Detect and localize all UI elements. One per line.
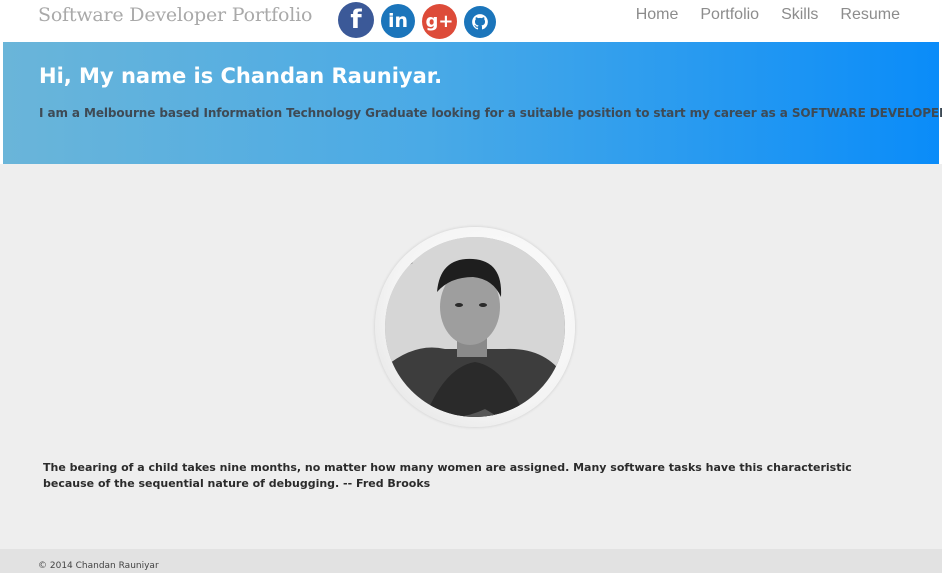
footer: © 2014 Chandan Rauniyar — [0, 549, 942, 573]
site-brand[interactable]: Software Developer Portfolio — [38, 4, 312, 26]
github-icon[interactable] — [464, 6, 496, 38]
profile-photo — [385, 237, 565, 417]
nav-resume[interactable]: Resume — [840, 6, 900, 24]
hero-banner: Hi, My name is Chandan Rauniyar. I am a … — [3, 42, 942, 164]
facebook-icon[interactable]: f — [338, 2, 374, 38]
nav-home[interactable]: Home — [636, 6, 679, 24]
avatar — [375, 227, 575, 427]
nav-portfolio[interactable]: Portfolio — [700, 6, 759, 24]
linkedin-icon[interactable]: in — [381, 4, 415, 38]
social-links: f in g+ — [338, 2, 496, 40]
main-nav: Home Portfolio Skills Resume — [636, 6, 900, 24]
quote-text: The bearing of a child takes nine months… — [43, 461, 852, 490]
hero-subtitle: I am a Melbourne based Information Techn… — [39, 106, 942, 120]
footer-copyright: © 2014 Chandan Rauniyar — [38, 561, 159, 571]
google-plus-icon[interactable]: g+ — [422, 4, 457, 39]
navbar: Software Developer Portfolio f in g+ Hom… — [0, 0, 942, 42]
main-content: The bearing of a child takes nine months… — [0, 164, 942, 549]
hero-title: Hi, My name is Chandan Rauniyar. — [39, 64, 443, 88]
github-octocat-glyph — [472, 14, 488, 30]
nav-skills[interactable]: Skills — [781, 6, 818, 24]
profile-photo-illustration — [385, 237, 565, 417]
